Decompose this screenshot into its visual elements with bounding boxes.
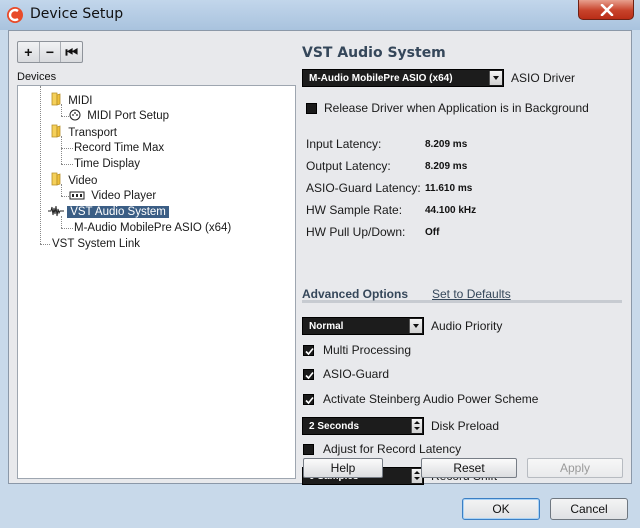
cancel-button[interactable]: Cancel xyxy=(550,498,628,520)
hw-pull-up-down-label: HW Pull Up/Down: xyxy=(306,225,406,239)
power-scheme-label: Activate Steinberg Audio Power Scheme xyxy=(323,392,539,406)
close-icon xyxy=(600,4,614,16)
tree-item-label: Video xyxy=(68,175,98,187)
tree-item-label: M-Audio MobilePre ASIO (x64) xyxy=(74,222,232,234)
tree-item-transport[interactable]: Transport xyxy=(48,124,120,140)
window-close-button[interactable] xyxy=(578,0,634,20)
asio-guard-label: ASIO-Guard xyxy=(323,367,390,381)
audio-priority-label: Audio Priority xyxy=(431,319,503,333)
remove-device-button[interactable]: − xyxy=(40,42,62,62)
tree-item-m-audio-driver[interactable]: M-Audio MobilePre ASIO (x64) xyxy=(71,220,234,236)
folder-icon xyxy=(51,172,61,186)
disk-preload-value: 2 Seconds xyxy=(309,421,360,432)
asio-driver-value: M-Audio MobilePre ASIO (x64) xyxy=(309,73,453,84)
devices-toolbar: + − ⏮ xyxy=(17,41,83,63)
chevron-down-icon xyxy=(409,319,422,333)
disk-preload-label: Disk Preload xyxy=(431,419,500,433)
folder-icon xyxy=(51,92,61,106)
hw-sample-rate-value: 44.100 kHz xyxy=(425,205,477,216)
adjust-record-latency-checkbox[interactable] xyxy=(303,444,314,455)
tree-item-midi-port-setup[interactable]: MIDI Port Setup xyxy=(69,108,172,124)
checkmark-icon xyxy=(305,347,314,356)
title-bar[interactable]: Device Setup xyxy=(0,0,640,30)
panel-title: VST Audio System xyxy=(302,45,446,61)
asio-guard-checkbox[interactable] xyxy=(303,369,314,380)
checkmark-icon xyxy=(305,396,314,405)
add-device-button[interactable]: + xyxy=(18,42,40,62)
tree-item-video-player[interactable]: Video Player xyxy=(69,188,159,204)
asio-driver-label: ASIO Driver xyxy=(511,71,576,85)
tree-item-record-time-max[interactable]: Record Time Max xyxy=(71,140,167,156)
tree-item-vst-audio-system[interactable]: VST Audio System xyxy=(48,204,169,220)
devices-column-header: Devices xyxy=(17,71,57,83)
hw-pull-up-down-value: Off xyxy=(425,227,440,238)
tree-item-label: Transport xyxy=(68,127,117,139)
cubase-logo-icon xyxy=(7,7,23,23)
output-latency-label: Output Latency: xyxy=(306,159,391,173)
tree-item-video[interactable]: Video xyxy=(48,172,100,188)
tree-item-label: Time Display xyxy=(74,158,141,170)
adjust-record-latency-label: Adjust for Record Latency xyxy=(323,442,462,456)
reset-device-button[interactable]: ⏮ xyxy=(61,42,82,62)
reset-button[interactable]: Reset xyxy=(421,458,517,478)
hw-sample-rate-label: HW Sample Rate: xyxy=(306,203,403,217)
multi-processing-checkbox[interactable] xyxy=(303,345,314,356)
apply-button[interactable]: Apply xyxy=(527,458,623,478)
tab-advanced-options[interactable]: Advanced Options xyxy=(302,287,408,301)
tree-item-vst-system-link[interactable]: VST System Link xyxy=(49,236,143,252)
set-to-defaults-link[interactable]: Set to Defaults xyxy=(432,287,511,301)
options-tab-bar: Advanced Options Set to Defaults xyxy=(302,287,622,303)
asio-guard-latency-label: ASIO-Guard Latency: xyxy=(306,181,421,195)
chevron-down-icon xyxy=(489,71,502,85)
ok-button[interactable]: OK xyxy=(462,498,540,520)
folder-icon xyxy=(51,124,61,138)
tree-item-label: MIDI xyxy=(68,95,93,107)
audio-priority-select[interactable]: Normal xyxy=(302,317,424,335)
audio-waveform-icon xyxy=(48,205,64,217)
tree-item-label: Record Time Max xyxy=(74,142,165,154)
tree-item-midi[interactable]: MIDI xyxy=(48,92,95,108)
dialog-body: + − ⏮ Devices MIDI MIDI Port Setup Trans… xyxy=(8,30,632,485)
tree-item-label: VST Audio System xyxy=(67,206,169,218)
checkmark-icon xyxy=(305,371,314,380)
audio-priority-value: Normal xyxy=(309,321,344,332)
window-title: Device Setup xyxy=(30,6,124,22)
power-scheme-checkbox[interactable] xyxy=(303,394,314,405)
asio-driver-select[interactable]: M-Audio MobilePre ASIO (x64) xyxy=(302,69,504,87)
tree-item-time-display[interactable]: Time Display xyxy=(71,156,143,172)
output-latency-value: 8.209 ms xyxy=(425,161,468,172)
release-driver-checkbox[interactable] xyxy=(306,103,317,114)
up-down-arrows-icon[interactable] xyxy=(411,419,422,433)
input-latency-label: Input Latency: xyxy=(306,137,382,151)
release-driver-label: Release Driver when Application is in Ba… xyxy=(324,101,589,115)
tree-item-label: Video Player xyxy=(91,190,157,202)
multi-processing-label: Multi Processing xyxy=(323,343,412,357)
help-button[interactable]: Help xyxy=(303,458,383,478)
video-icon xyxy=(69,191,85,200)
devices-panel: + − ⏮ Devices MIDI MIDI Port Setup Trans… xyxy=(11,33,296,481)
tree-item-label: MIDI Port Setup xyxy=(87,110,170,122)
asio-guard-latency-value: 11.610 ms xyxy=(425,183,473,194)
devices-tree[interactable]: MIDI MIDI Port Setup Transport Record Ti… xyxy=(17,85,296,479)
midi-port-icon xyxy=(69,109,81,121)
vst-audio-system-panel: VST Audio System M-Audio MobilePre ASIO … xyxy=(298,33,629,485)
tree-item-label: VST System Link xyxy=(52,238,140,250)
disk-preload-spinner[interactable]: 2 Seconds xyxy=(302,417,424,435)
input-latency-value: 8.209 ms xyxy=(425,139,468,150)
